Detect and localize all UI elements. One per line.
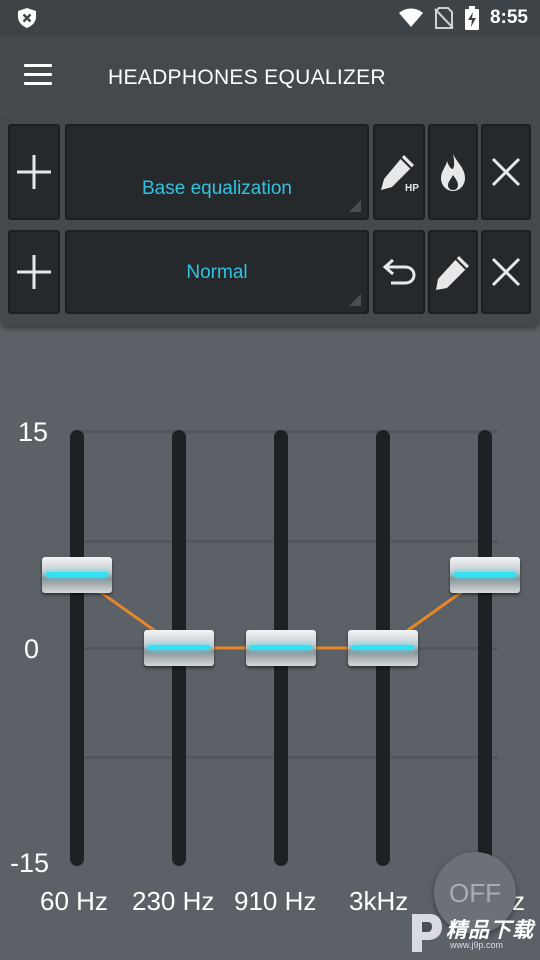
page-title: HEADPHONES EQUALIZER (108, 66, 386, 89)
no-sim-icon (434, 7, 454, 29)
profile-spinner[interactable]: Normal (65, 230, 369, 314)
add-profile-button[interactable] (8, 230, 60, 314)
undo-button[interactable] (373, 230, 425, 314)
slider-glow-indicator (454, 572, 516, 578)
preset-spinner[interactable]: Base equalization (65, 124, 369, 220)
eq-slider-thumb[interactable] (348, 630, 418, 666)
eq-slider-track[interactable] (70, 430, 84, 866)
app-bar: HEADPHONES EQUALIZER (0, 36, 540, 120)
add-preset-button[interactable] (8, 124, 60, 220)
eq-band-label: 3kHz (349, 886, 409, 916)
shield-close-icon (18, 8, 36, 28)
watermark-sub: www.j9p.com (450, 940, 504, 950)
boost-button[interactable] (428, 124, 478, 220)
eq-band-label: 910 Hz (234, 886, 317, 916)
eq-band-label: 230 Hz (132, 886, 215, 916)
eq-band-label: 60 Hz (40, 886, 108, 916)
status-bar: 8:55 (0, 0, 540, 36)
add-icon (17, 155, 51, 189)
undo-icon (382, 258, 416, 285)
slider-glow-indicator (250, 645, 312, 650)
slider-glow-indicator (352, 645, 414, 650)
status-icons: 8:55 (398, 0, 528, 36)
eq-slider-thumb[interactable] (450, 557, 520, 594)
edit-profile-button[interactable] (428, 230, 478, 314)
pencil-icon (436, 256, 469, 290)
edit-headphones-button[interactable]: HP (373, 124, 425, 220)
battery-charging-icon (464, 6, 479, 30)
eq-slider-thumb[interactable] (144, 630, 214, 666)
preset-spinner-value: Base equalization (142, 178, 292, 199)
status-time: 8:55 (489, 7, 528, 28)
equalizer-app: 8:55 HEADPHONES EQUALIZER Base equalizat… (0, 0, 540, 960)
close-icon (491, 157, 521, 187)
slider-glow-indicator (148, 645, 210, 650)
wifi-icon (398, 8, 423, 27)
watermark-logo: 精品下载 www.j9p.com (404, 910, 534, 956)
spinner-dropdown-indicator (349, 200, 361, 212)
eq-slider-track[interactable] (478, 430, 492, 866)
delete-preset-button[interactable] (481, 124, 531, 220)
slider-glow-indicator (46, 572, 108, 578)
svg-text:HP: HP (405, 183, 419, 193)
pencil-hp-icon: HP (381, 155, 419, 193)
eq-slider-thumb[interactable] (246, 630, 316, 666)
close-icon (491, 257, 521, 287)
profile-spinner-value: Normal (186, 262, 248, 283)
preset-panel: Base equalization HP Normal (0, 120, 540, 326)
delete-profile-button[interactable] (481, 230, 531, 314)
eq-slider-thumb[interactable] (42, 557, 112, 594)
spinner-dropdown-indicator (349, 294, 361, 306)
add-icon (17, 255, 51, 289)
flame-icon (441, 153, 465, 191)
hamburger-menu-icon[interactable] (24, 64, 60, 92)
